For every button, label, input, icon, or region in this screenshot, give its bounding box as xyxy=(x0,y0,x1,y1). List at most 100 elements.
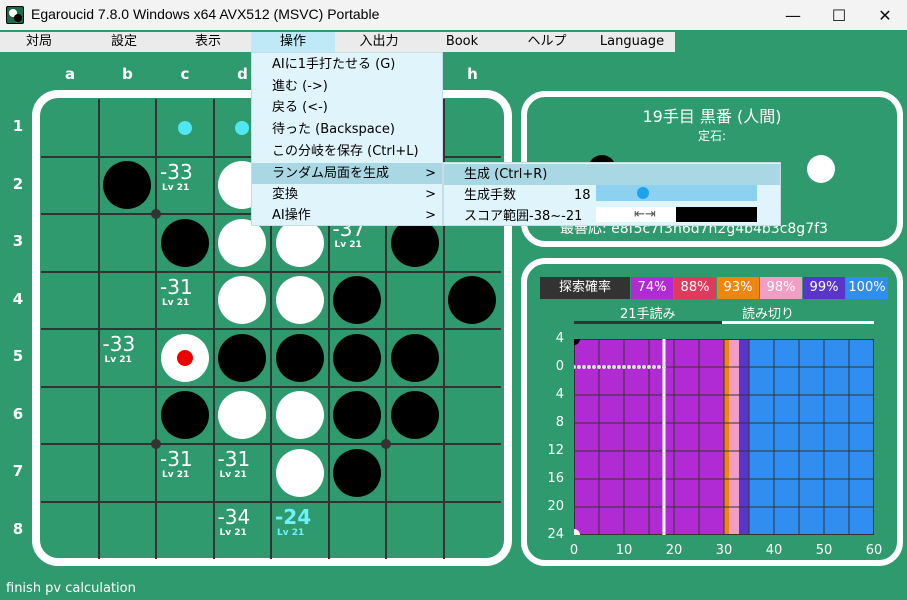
column-label: a xyxy=(64,65,76,83)
y-tick-label: 4 xyxy=(555,331,564,346)
menu-language[interactable]: Language xyxy=(592,32,672,52)
menu-settings[interactable]: 設定 xyxy=(86,32,162,52)
x-tick-label: 60 xyxy=(865,543,883,558)
data-point xyxy=(592,365,596,369)
submenu-arrow-icon: > xyxy=(425,187,436,202)
minimize-button[interactable]: — xyxy=(770,0,816,30)
grid-line xyxy=(41,443,501,445)
mode-depth-label: 21手読み xyxy=(620,307,676,322)
hint-cell[interactable]: -33 Lv 21 xyxy=(103,333,161,365)
column-label: c xyxy=(180,65,190,83)
black-disc[interactable] xyxy=(390,333,439,382)
legal-move-marker[interactable] xyxy=(235,120,250,135)
x-tick-label: 0 xyxy=(569,543,579,558)
hint-level: Lv 21 xyxy=(219,470,247,480)
dd-random-position[interactable]: ランダム局面を生成 > xyxy=(252,163,442,184)
hint-level: Lv 21 xyxy=(334,240,362,250)
menu-in-out[interactable]: 入出力 xyxy=(340,32,418,52)
dd-forward[interactable]: 進む (->) xyxy=(252,76,442,97)
moves-slider-knob[interactable] xyxy=(636,187,649,199)
title-bar: Egaroucid 7.8.0 Windows x64 AVX512 (MSVC… xyxy=(0,0,907,30)
dd-back[interactable]: 戻る (<-) xyxy=(252,97,442,118)
sub-generate[interactable]: 生成 (Ctrl+R) xyxy=(444,164,780,185)
probability-band xyxy=(749,339,874,535)
menu-display[interactable]: 表示 xyxy=(170,32,246,52)
hint-cell[interactable]: -24 Lv 21 xyxy=(275,506,333,538)
dd-ai-operation-label: AI操作 xyxy=(272,208,311,223)
dd-save-branch[interactable]: この分岐を保存 (Ctrl+L) xyxy=(252,141,442,162)
menu-help[interactable]: ヘルプ xyxy=(508,32,586,52)
hint-value: -33 xyxy=(160,159,193,184)
data-point xyxy=(612,365,616,369)
x-tick-label: 10 xyxy=(615,543,633,558)
legend-entry: 74% xyxy=(631,277,673,299)
data-point xyxy=(652,365,656,369)
close-button[interactable]: ✕ xyxy=(862,0,907,30)
dd-random-position-label: ランダム局面を生成 xyxy=(272,166,390,181)
black-disc[interactable] xyxy=(218,333,267,382)
grid-line xyxy=(41,500,501,503)
white-disc[interactable] xyxy=(275,391,324,440)
data-point xyxy=(597,365,601,369)
black-disc[interactable] xyxy=(160,218,209,267)
dd-ai-move[interactable]: AIに1手打たせる (G) xyxy=(252,54,442,75)
black-disc[interactable] xyxy=(333,448,382,497)
legend-entry: 93% xyxy=(717,277,759,299)
menu-game[interactable]: 対局 xyxy=(0,32,78,52)
dd-ai-operation[interactable]: AI操作 > xyxy=(252,205,442,226)
hint-cell[interactable]: -31 Lv 21 xyxy=(160,276,218,308)
menu-book[interactable]: Book xyxy=(424,32,500,52)
mode-endgame-label: 読み切り xyxy=(742,307,795,322)
dd-convert[interactable]: 変換 > xyxy=(252,184,442,205)
range-handle-icon[interactable]: ⇤⇥ xyxy=(628,206,662,223)
menu-operation[interactable]: 操作 xyxy=(251,32,335,52)
legal-move-marker[interactable] xyxy=(177,120,192,135)
white-disc[interactable] xyxy=(160,333,209,382)
dd-back-label: 戻る (<-) xyxy=(272,100,328,115)
moves-slider-track[interactable] xyxy=(596,185,757,201)
hint-level: Lv 21 xyxy=(104,355,132,365)
dd-convert-label: 変換 xyxy=(272,187,299,202)
submenu-arrow-icon: > xyxy=(425,208,436,223)
y-tick-label: 0 xyxy=(555,359,564,374)
legend-entry: 98% xyxy=(760,277,802,299)
opening-name: 定石: xyxy=(697,129,727,143)
white-disc[interactable] xyxy=(275,276,324,325)
y-tick-label: 24 xyxy=(547,527,564,542)
data-point xyxy=(622,365,626,369)
dd-undo-label: 待った (Backspace) xyxy=(272,122,395,137)
data-point xyxy=(662,365,666,369)
data-point xyxy=(582,365,586,369)
hint-cell[interactable]: -34 Lv 21 xyxy=(218,506,276,538)
row-label: 4 xyxy=(12,289,24,308)
column-label: b xyxy=(122,65,133,83)
grid-star-point xyxy=(151,209,161,219)
sub-generate-label: 生成 (Ctrl+R) xyxy=(464,167,548,182)
data-point xyxy=(642,365,646,369)
data-point xyxy=(637,365,641,369)
sub-score-range-label: スコア範囲-38~-21 xyxy=(464,209,583,224)
maximize-button[interactable]: ☐ xyxy=(816,0,862,30)
data-point xyxy=(632,365,636,369)
black-disc[interactable] xyxy=(275,333,324,382)
row-label: 6 xyxy=(12,404,24,423)
hint-level: Lv 21 xyxy=(219,527,247,538)
hint-value: -31 xyxy=(160,274,193,299)
hint-cell[interactable]: -31 Lv 21 xyxy=(218,448,276,480)
y-tick-label: 20 xyxy=(547,499,564,514)
white-disc[interactable] xyxy=(275,448,324,497)
hint-cell[interactable]: -33 Lv 21 xyxy=(160,161,218,193)
black-disc[interactable] xyxy=(333,333,382,382)
dd-ai-move-label: AIに1手打たせる (G) xyxy=(272,57,396,72)
score-range-max[interactable] xyxy=(676,207,757,222)
data-point xyxy=(587,365,591,369)
black-disc[interactable] xyxy=(390,391,439,440)
hint-cell[interactable]: -31 Lv 21 xyxy=(160,448,218,480)
black-disc[interactable] xyxy=(160,391,209,440)
data-point xyxy=(657,365,661,369)
y-tick-label: 16 xyxy=(547,471,564,486)
y-tick-label: 4 xyxy=(555,387,564,402)
search-probability-label: 探索確率 xyxy=(540,277,630,299)
dd-undo[interactable]: 待った (Backspace) xyxy=(252,119,442,140)
evaluation-graph[interactable] xyxy=(574,339,874,535)
